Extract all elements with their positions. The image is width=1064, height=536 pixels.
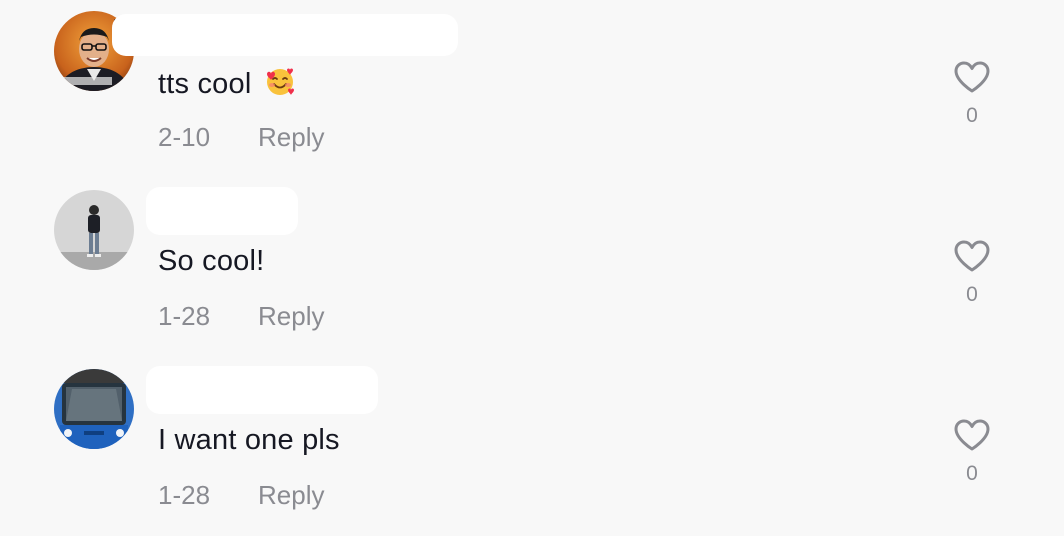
like-control: 0 (950, 418, 994, 486)
comment-item: I want one pls 1-28 Reply 0 (0, 358, 1064, 536)
redacted-username (112, 14, 458, 56)
comment-text: tts cool (158, 66, 296, 106)
comment-body: I want one pls (158, 424, 340, 456)
comment-date: 1-28 (158, 301, 211, 331)
redacted-username (146, 187, 298, 235)
heart-outline-icon[interactable] (953, 418, 991, 452)
avatar-image (54, 190, 134, 270)
comment-meta: 1-28 Reply (158, 301, 324, 332)
comment-list: tts cool 2-10 Reply 0 So cool! 1-28 Repl… (0, 0, 1064, 536)
like-control: 0 (950, 60, 994, 128)
avatar-image (54, 369, 134, 449)
comment-meta: 2-10 Reply (158, 122, 324, 153)
comment-text: I want one pls (158, 424, 340, 457)
comment-body: tts cool (158, 68, 252, 100)
comment-date: 1-28 (158, 480, 211, 510)
comment-body: So cool! (158, 245, 265, 277)
reply-button[interactable]: Reply (258, 301, 324, 332)
comment-date: 2-10 (158, 122, 211, 152)
avatar[interactable] (54, 369, 134, 449)
heart-outline-icon[interactable] (953, 239, 991, 273)
like-count: 0 (966, 462, 978, 485)
heart-outline-icon[interactable] (953, 60, 991, 94)
smiling-face-with-hearts-icon (264, 66, 296, 106)
reply-button[interactable]: Reply (258, 122, 324, 153)
comment-item: So cool! 1-28 Reply 0 (0, 179, 1064, 358)
redacted-username (146, 366, 378, 414)
reply-button[interactable]: Reply (258, 480, 324, 511)
like-count: 0 (966, 104, 978, 127)
comment-item: tts cool 2-10 Reply 0 (0, 0, 1064, 179)
avatar[interactable] (54, 190, 134, 270)
comment-text: So cool! (158, 245, 264, 278)
like-count: 0 (966, 283, 978, 306)
comment-meta: 1-28 Reply (158, 480, 324, 511)
like-control: 0 (950, 239, 994, 307)
